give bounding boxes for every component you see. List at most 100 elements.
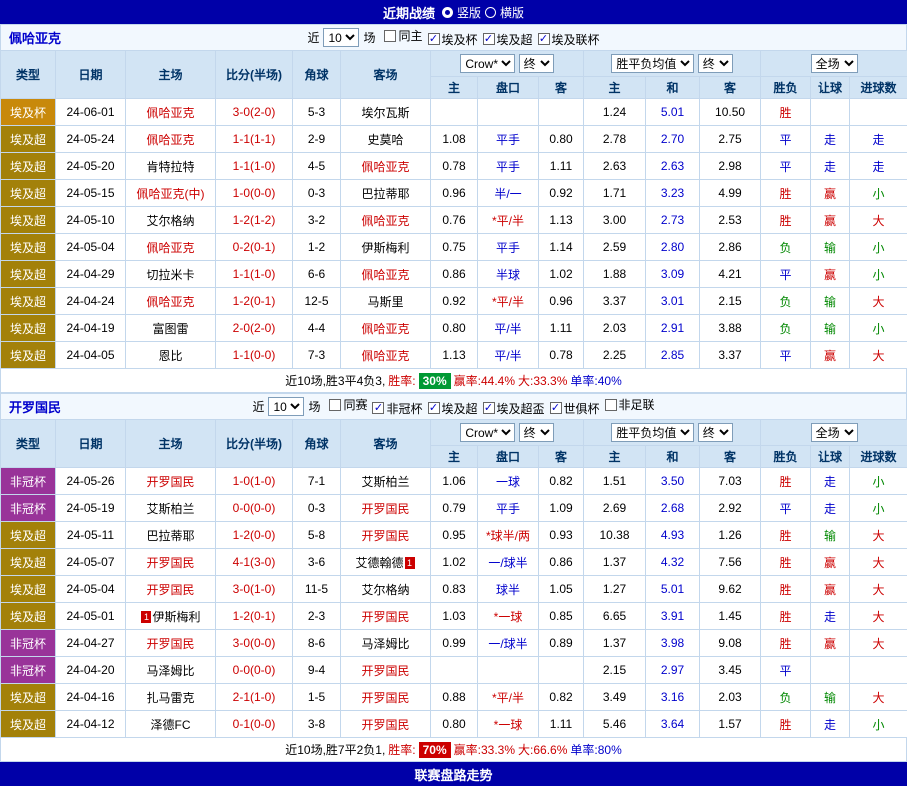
euro-away-odds: 2.15: [700, 288, 761, 315]
result: 平: [761, 126, 811, 153]
vertical-layout-radio[interactable]: [442, 7, 453, 18]
col-result: 胜负: [761, 77, 811, 99]
col-handicap: 盘口: [478, 446, 539, 468]
euro-home-odds: 10.38: [584, 522, 646, 549]
asian-away-odds: [539, 657, 584, 684]
euro-away-odds: 3.37: [700, 342, 761, 369]
scope-select[interactable]: 全场: [811, 54, 858, 73]
col-euro-draw: 和: [646, 77, 700, 99]
away-team: 开罗国民: [341, 495, 431, 522]
euro-home-odds: 1.71: [584, 180, 646, 207]
asian-home-odds: 1.03: [431, 603, 478, 630]
summary-bar: 近10场,胜3平4负3, 胜率: 30% 赢率:44.4% 大:33.3% 单率…: [0, 369, 907, 393]
result: 胜: [761, 207, 811, 234]
filter-checkbox[interactable]: ✓埃及超: [483, 31, 533, 48]
goals-result: [850, 657, 907, 684]
odds-time-select[interactable]: 终: [519, 54, 554, 73]
asian-away-odds: 1.09: [539, 495, 584, 522]
score: 3-0(2-0): [216, 99, 293, 126]
match-date: 24-05-20: [56, 153, 126, 180]
asian-home-odds: 1.06: [431, 468, 478, 495]
filter-checkbox[interactable]: ✓埃及杯: [428, 31, 478, 48]
handicap: 平手: [478, 153, 539, 180]
away-team: 开罗国民: [341, 657, 431, 684]
euro-away-odds: 2.53: [700, 207, 761, 234]
handicap-result: 赢: [811, 207, 850, 234]
filter-checkbox[interactable]: ✓埃及超: [428, 400, 478, 417]
league-type-badge: 埃及超: [1, 288, 56, 315]
euro-time-select[interactable]: 终: [698, 54, 733, 73]
euro-home-odds: 1.27: [584, 576, 646, 603]
horizontal-layout-label: 横版: [500, 4, 524, 21]
win-rate-badge: 70%: [419, 742, 451, 758]
euro-home-odds: 1.24: [584, 99, 646, 126]
away-team: 巴拉蒂耶: [341, 180, 431, 207]
match-row: 埃及杯24-06-01佩哈亚克3-0(2-0)5-3埃尔瓦斯1.245.0110…: [1, 99, 907, 126]
handicap: *球半/两: [478, 522, 539, 549]
euro-odds-select[interactable]: 胜平负均值: [611, 54, 694, 73]
goals-result: 小: [850, 711, 907, 738]
asian-home-odds: 0.76: [431, 207, 478, 234]
corners: 5-3: [293, 99, 341, 126]
odds-time-select[interactable]: 终: [519, 423, 554, 442]
asia-odds-controls: Crow* 终: [431, 420, 584, 446]
goals-result: 大: [850, 630, 907, 657]
euro-away-odds: 7.03: [700, 468, 761, 495]
asian-home-odds: 0.78: [431, 153, 478, 180]
match-row: 埃及超24-05-04佩哈亚克0-2(0-1)1-2伊斯梅利0.75平手1.14…: [1, 234, 907, 261]
corners: 1-5: [293, 684, 341, 711]
score: 0-0(0-0): [216, 657, 293, 684]
euro-draw-odds: 3.01: [646, 288, 700, 315]
goals-result: 大: [850, 549, 907, 576]
scope-select[interactable]: 全场: [811, 423, 858, 442]
match-row: 非冠杯24-04-20马泽姆比0-0(0-0)9-4开罗国民2.152.973.…: [1, 657, 907, 684]
filter-checkbox[interactable]: 同赛: [329, 396, 367, 413]
recent-count-select[interactable]: 10: [268, 397, 304, 416]
filter-checkbox[interactable]: ✓世俱杯: [550, 400, 600, 417]
goals-result: 小: [850, 261, 907, 288]
euro-home-odds: 1.51: [584, 468, 646, 495]
handicap-result: 赢: [811, 630, 850, 657]
col-away: 客场: [341, 420, 431, 468]
result: 胜: [761, 99, 811, 126]
league-type-badge: 埃及超: [1, 684, 56, 711]
filter-checkbox[interactable]: ✓非冠杯: [372, 400, 422, 417]
team-name[interactable]: 开罗国民: [9, 397, 61, 416]
euro-draw-odds: 2.91: [646, 315, 700, 342]
asian-away-odds: 1.13: [539, 207, 584, 234]
asian-away-odds: 0.78: [539, 342, 584, 369]
result: 负: [761, 684, 811, 711]
home-team: 恩比: [126, 342, 216, 369]
filter-checkbox[interactable]: 非足联: [605, 396, 655, 413]
filter-checkbox[interactable]: 同主: [384, 27, 422, 44]
corners: 9-4: [293, 657, 341, 684]
filter-checkbox[interactable]: ✓埃及联杯: [538, 31, 600, 48]
asian-home-odds: 0.75: [431, 234, 478, 261]
league-type-badge: 非冠杯: [1, 495, 56, 522]
horizontal-layout-radio[interactable]: [485, 7, 496, 18]
home-team: 佩哈亚克: [126, 234, 216, 261]
match-row: 埃及超24-04-29切拉米卡1-1(1-0)6-6佩哈亚克0.86半球1.02…: [1, 261, 907, 288]
top-bar: 近期战绩 竖版 横版: [0, 0, 907, 24]
col-score: 比分(半场): [216, 420, 293, 468]
layout-radio-group: 竖版 横版: [442, 4, 524, 21]
euro-time-select[interactable]: 终: [698, 423, 733, 442]
col-corner: 角球: [293, 420, 341, 468]
goals-result: 大: [850, 207, 907, 234]
score: 0-0(0-0): [216, 495, 293, 522]
bottom-bar-title[interactable]: 联赛盘路走势: [414, 765, 492, 784]
odds-company-select[interactable]: Crow*: [460, 54, 515, 73]
euro-odds-select[interactable]: 胜平负均值: [611, 423, 694, 442]
filter-checkbox[interactable]: ✓埃及超盃: [483, 400, 545, 417]
filter-bar: 近 10 场 同赛✓非冠杯✓埃及超✓埃及超盃✓世俱杯非足联: [1, 396, 906, 417]
euro-draw-odds: 3.09: [646, 261, 700, 288]
euro-away-odds: 2.03: [700, 684, 761, 711]
odds-company-select[interactable]: Crow*: [460, 423, 515, 442]
recent-count-select[interactable]: 10: [323, 28, 359, 47]
summary-text: 胜率:: [388, 372, 415, 389]
team-name[interactable]: 佩哈亚克: [9, 28, 61, 47]
handicap: *一球: [478, 603, 539, 630]
bottom-bar[interactable]: 联赛盘路走势: [0, 762, 907, 786]
goals-result: 小: [850, 495, 907, 522]
asian-home-odds: 1.02: [431, 549, 478, 576]
